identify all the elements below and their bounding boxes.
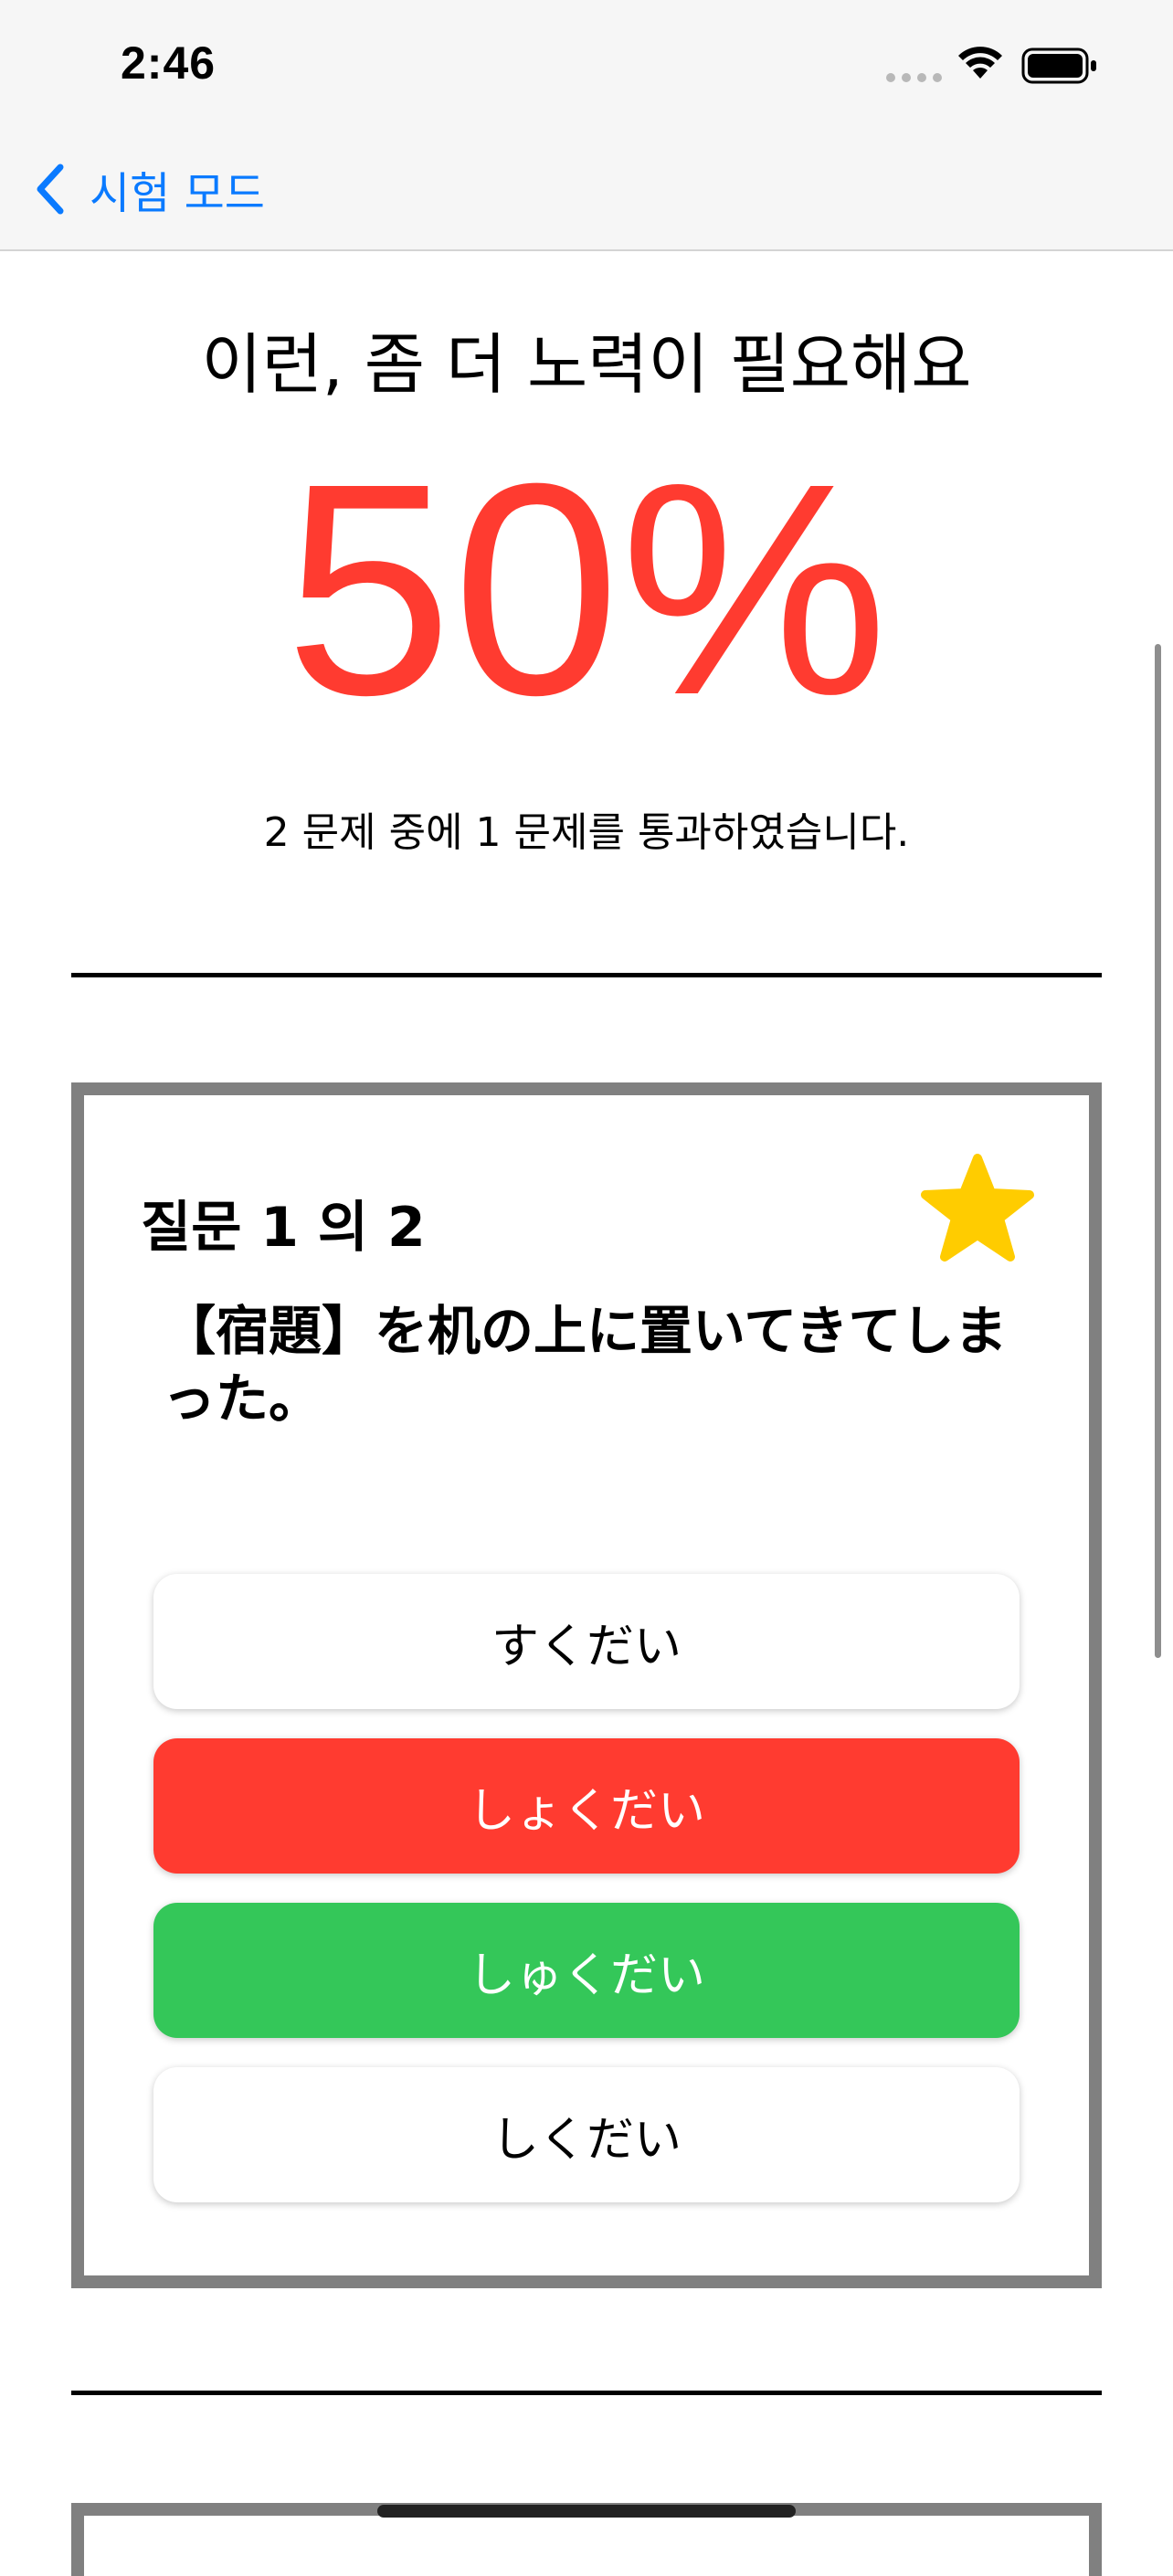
answer-option[interactable]: すくだい bbox=[153, 1574, 1020, 1709]
answer-option-correct[interactable]: しゅくだい bbox=[153, 1903, 1020, 2038]
chevron-left-icon bbox=[37, 164, 64, 215]
home-indicator[interactable] bbox=[377, 2505, 796, 2518]
question-text: 【宿題】を机の上に置いてきてしまった。 bbox=[163, 1300, 1008, 1430]
question-number: 질문 1 의 2 bbox=[141, 1196, 426, 1260]
answer-option-wrong[interactable]: しょくだい bbox=[153, 1738, 1020, 1874]
back-label: 시험 모드 bbox=[90, 168, 265, 219]
back-button[interactable]: 시험 모드 bbox=[33, 157, 265, 221]
answer-option-label: しゅくだい bbox=[467, 1948, 705, 2003]
star-icon[interactable] bbox=[918, 1153, 1037, 1267]
navigation-bar: 시험 모드 bbox=[0, 137, 1173, 251]
result-summary: 2 문제 중에 1 문제를 통과하였습니다. bbox=[263, 809, 910, 856]
divider bbox=[71, 973, 1102, 977]
answer-option[interactable]: しくだい bbox=[153, 2067, 1020, 2202]
answer-option-label: しくだい bbox=[491, 2112, 682, 2168]
score-percent: 50% bbox=[284, 420, 889, 757]
battery-icon bbox=[1021, 48, 1096, 84]
cellular-signal-icon bbox=[886, 71, 943, 84]
answer-option-label: しょくだい bbox=[467, 1783, 705, 1839]
status-time: 2:46 bbox=[121, 37, 217, 89]
divider bbox=[71, 2391, 1102, 2395]
status-bar: 2:46 bbox=[0, 0, 1173, 137]
answer-option-label: すくだい bbox=[491, 1619, 682, 1674]
wifi-icon bbox=[958, 47, 1002, 79]
scrollbar[interactable] bbox=[1155, 644, 1161, 1658]
result-heading: 이런, 좀 더 노력이 필요해요 bbox=[201, 326, 972, 403]
